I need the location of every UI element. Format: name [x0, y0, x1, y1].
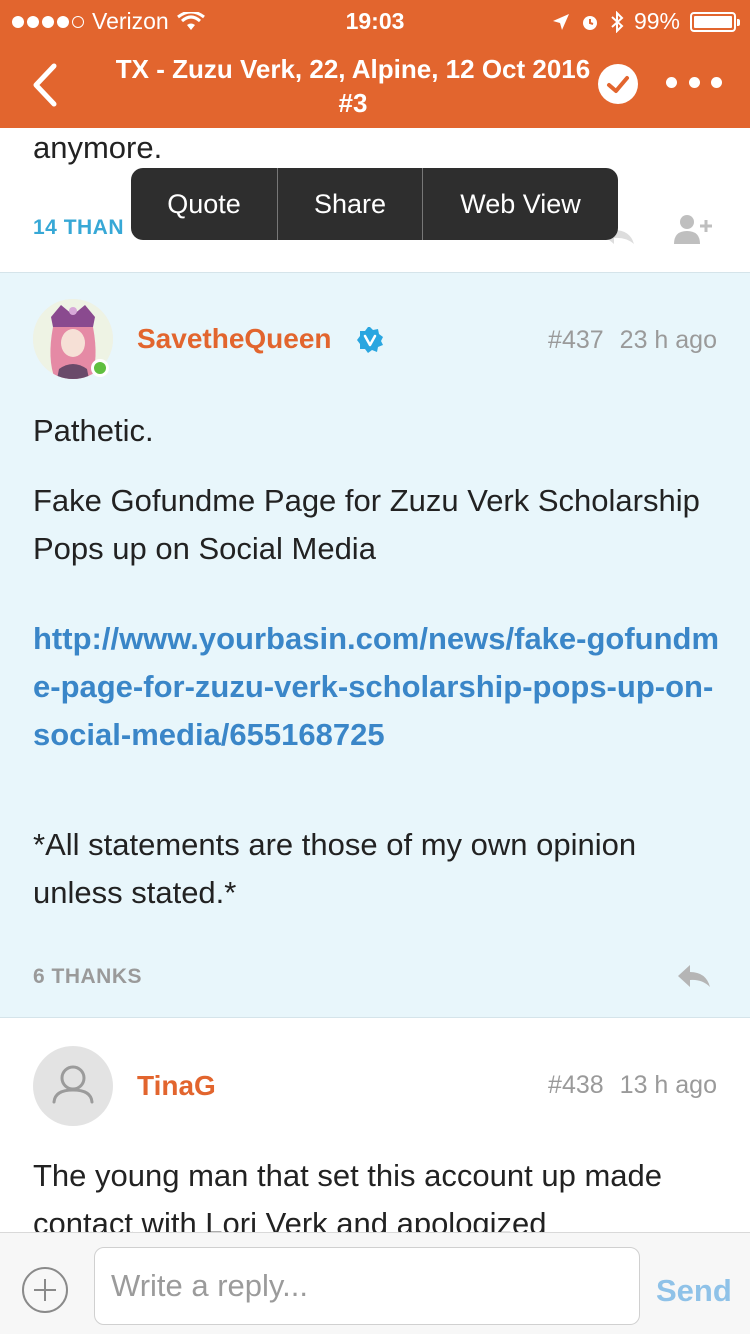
post-437: SavetheQueen #437 23 h ago Pathetic. Fake…: [0, 272, 750, 1018]
thread-title: TX - Zuzu Verk, 22, Alpine, 12 Oct 2016 …: [115, 54, 591, 118]
checkmark-icon: [607, 76, 629, 93]
bluetooth-icon: [611, 10, 624, 33]
post-number: #438: [548, 1071, 604, 1099]
status-right: 99%: [552, 8, 740, 35]
add-attachment-button[interactable]: [22, 1267, 68, 1313]
share-button[interactable]: Share: [278, 168, 422, 240]
post-time: 23 h ago: [619, 326, 717, 354]
verified-badge-icon: [357, 327, 383, 353]
post-username[interactable]: SavetheQueen: [137, 323, 332, 355]
more-options-button[interactable]: [666, 72, 722, 92]
subscribe-check-button[interactable]: [598, 64, 638, 104]
back-button[interactable]: [24, 60, 68, 110]
previous-post-thanks[interactable]: 14 THAN: [33, 216, 124, 240]
text-selection-menu: Quote Share Web View: [131, 168, 618, 240]
online-status-indicator: [91, 359, 109, 377]
post-thanks-count[interactable]: 6 THANKS: [33, 965, 142, 989]
follow-user-icon[interactable]: [672, 212, 714, 246]
reply-input[interactable]: [94, 1247, 640, 1325]
post-438: TinaG #438 13 h ago The young man that se…: [0, 1018, 750, 1232]
post-paragraph: Fake Gofundme Page for Zuzu Verk Scholar…: [33, 483, 700, 566]
send-button[interactable]: Send: [656, 1273, 732, 1309]
post-meta: #438 13 h ago: [548, 1071, 717, 1100]
status-bar: Verizon 19:03 99%: [0, 0, 750, 40]
reply-icon[interactable]: [676, 963, 712, 989]
quote-button[interactable]: Quote: [131, 168, 277, 240]
top-bar: Verizon 19:03 99% TX - Zuzu Verk, 22, Al…: [0, 0, 750, 128]
post-paragraph: Pathetic.: [33, 413, 154, 448]
avatar[interactable]: [33, 299, 113, 379]
post-number: #437: [548, 326, 604, 354]
previous-post-text: anymore.: [33, 130, 163, 165]
thread-content: anymore. 14 THAN SavetheQueen #437 23 h …: [0, 128, 750, 1232]
battery-icon: [690, 11, 740, 32]
battery-percent: 99%: [633, 8, 680, 34]
post-paragraph: The young man that set this account up m…: [33, 1158, 662, 1232]
post-link[interactable]: http://www.yourbasin.com/news/fake-gofun…: [33, 615, 723, 759]
alarm-icon: [582, 15, 597, 30]
navigation-bar: TX - Zuzu Verk, 22, Alpine, 12 Oct 2016 …: [0, 40, 750, 128]
reply-bar: Send: [0, 1232, 750, 1334]
post-signature: *All statements are those of my own opin…: [33, 827, 637, 910]
location-arrow-icon: [552, 13, 569, 30]
post-time: 13 h ago: [619, 1071, 717, 1099]
web-view-button[interactable]: Web View: [423, 168, 618, 240]
post-username[interactable]: TinaG: [137, 1070, 216, 1102]
post-meta: #437 23 h ago: [548, 326, 717, 355]
default-user-icon: [52, 1065, 94, 1104]
avatar[interactable]: [33, 1046, 113, 1126]
